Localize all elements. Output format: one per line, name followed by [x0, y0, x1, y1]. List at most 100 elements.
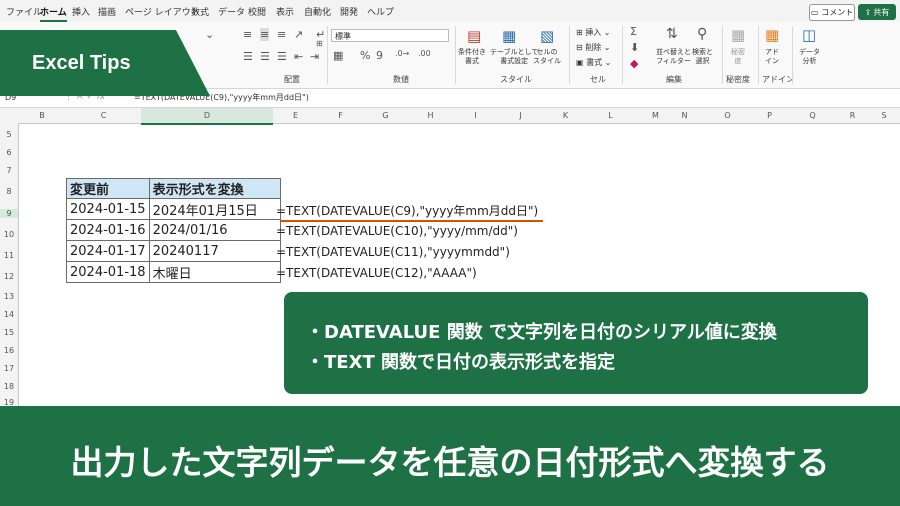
tab-data[interactable]: データ	[218, 5, 245, 18]
column-header-selected[interactable]: D	[141, 108, 273, 125]
conditional-format-button[interactable]: 条件付き 書式	[458, 48, 486, 66]
column-header[interactable]: C	[66, 111, 141, 120]
row-header[interactable]: 15	[0, 328, 18, 337]
column-header[interactable]: F	[318, 111, 363, 120]
merge-icon[interactable]: ⊞	[316, 39, 323, 48]
table-cell[interactable]: 20240117	[148, 240, 281, 262]
tab-insert[interactable]: 挿入	[72, 5, 90, 18]
row-header[interactable]: 6	[0, 148, 18, 157]
column-header[interactable]: G	[363, 111, 408, 120]
group-label-editing: 編集	[666, 75, 682, 84]
addin-button[interactable]: アド イン	[765, 48, 779, 66]
table-cell-selected[interactable]: 2024年01月15日	[148, 198, 281, 220]
column-header[interactable]: O	[705, 111, 750, 120]
comma-icon[interactable]: 9	[376, 49, 383, 62]
tab-file[interactable]: ファイル	[6, 5, 42, 18]
column-header[interactable]: Q	[790, 111, 835, 120]
table-header-cell[interactable]: 変更前	[66, 178, 150, 199]
column-header[interactable]: H	[408, 111, 453, 120]
row-header[interactable]: 14	[0, 310, 18, 319]
clear-icon[interactable]: ◆	[630, 57, 638, 70]
table-cell[interactable]: 2024/01/16	[148, 219, 281, 241]
increase-indent-icon[interactable]: ⇥	[310, 50, 319, 63]
group-label-number: 数値	[393, 75, 409, 84]
tab-formulas[interactable]: 数式	[191, 5, 209, 18]
tab-draw[interactable]: 描画	[98, 5, 116, 18]
row-header[interactable]: 12	[0, 272, 18, 281]
row-header[interactable]: 8	[0, 187, 18, 196]
row-header[interactable]: 13	[0, 292, 18, 301]
row-header[interactable]: 17	[0, 364, 18, 373]
align-left-icon[interactable]: ☰	[243, 50, 253, 63]
group-label-cells: セル	[590, 75, 606, 84]
fill-icon[interactable]: ⬇	[630, 41, 639, 54]
tab-help[interactable]: ヘルプ	[367, 5, 394, 18]
align-top-icon[interactable]: ≡	[243, 28, 252, 41]
analyze-data-button[interactable]: データ 分析	[799, 48, 820, 66]
autosum-icon[interactable]: Σ	[630, 25, 637, 38]
row-header[interactable]: 10	[0, 230, 18, 239]
sensitivity-icon: ▦	[731, 26, 746, 44]
tab-page-layout[interactable]: ページ レイアウト	[125, 5, 200, 18]
group-separator	[327, 26, 328, 84]
share-icon: ⇪	[864, 7, 872, 17]
decrease-indent-icon[interactable]: ⇤	[294, 50, 303, 63]
table-cell[interactable]: 木曜日	[148, 261, 281, 283]
column-header[interactable]: L	[588, 111, 633, 120]
decrease-decimal-icon[interactable]: .00	[418, 49, 431, 58]
table-cell[interactable]: 2024-01-15	[66, 198, 150, 220]
row-header[interactable]: 7	[0, 166, 18, 175]
column-header[interactable]: J	[498, 111, 543, 120]
column-header-bar: B C D E F G H I J K L M N O P Q R S	[0, 108, 900, 125]
banner-title: 出力した文字列データを任意の日付形式へ変換する	[70, 443, 830, 482]
align-center-icon[interactable]: ☰	[260, 50, 270, 63]
find-select-icon: ⚲	[697, 26, 708, 42]
percent-icon[interactable]: %	[360, 49, 370, 62]
row-header-selected[interactable]: 9	[0, 209, 18, 218]
table-row: 2024-01-15 2024年01月15日	[66, 198, 281, 220]
align-right-icon[interactable]: ☰	[277, 50, 287, 63]
orientation-icon[interactable]: ↗	[294, 28, 303, 41]
align-bottom-icon[interactable]: ≡	[277, 28, 286, 41]
increase-decimal-icon[interactable]: .0→	[395, 49, 409, 58]
data-table: 変更前 表示形式を変換 2024-01-15 2024年01月15日 2024-…	[66, 178, 281, 283]
row-header[interactable]: 5	[0, 130, 18, 139]
share-button[interactable]: ⇪ 共有	[858, 4, 896, 20]
row-header[interactable]: 18	[0, 382, 18, 391]
table-row: 2024-01-16 2024/01/16	[66, 219, 281, 241]
delete-cells-label: 削除	[585, 43, 602, 52]
column-header[interactable]: E	[273, 111, 318, 120]
tab-view[interactable]: 表示	[276, 5, 294, 18]
table-cell[interactable]: 2024-01-16	[66, 219, 150, 241]
format-as-table-button[interactable]: テーブルとして 書式設定	[490, 48, 538, 66]
table-cell[interactable]: 2024-01-17	[66, 240, 150, 262]
tab-automate[interactable]: 自動化	[304, 5, 331, 18]
column-header[interactable]: P	[747, 111, 792, 120]
table-header-cell[interactable]: 表示形式を変換	[148, 178, 281, 199]
column-header[interactable]: N	[662, 111, 707, 120]
align-middle-icon[interactable]: ≡	[260, 28, 270, 41]
insert-cells-button[interactable]: ⊞ 挿入 ⌄	[576, 27, 611, 38]
cell-styles-icon: ▧	[540, 27, 555, 45]
sort-filter-button[interactable]: 並べ替えと フィルター	[656, 48, 691, 66]
indent-icon[interactable]: ⌄	[205, 28, 214, 41]
column-header[interactable]: S	[868, 111, 900, 120]
column-header[interactable]: I	[453, 111, 498, 120]
tab-developer[interactable]: 開発	[340, 5, 358, 18]
column-header[interactable]: K	[543, 111, 588, 120]
find-select-button[interactable]: 検索と 選択	[692, 48, 713, 66]
comment-button[interactable]: ▭ コメント	[809, 4, 855, 21]
row-header[interactable]: 16	[0, 346, 18, 355]
table-cell[interactable]: 2024-01-18	[66, 261, 150, 283]
format-cells-button[interactable]: ▣ 書式 ⌄	[576, 57, 611, 68]
group-label-alignment: 配置	[284, 75, 300, 84]
row-header[interactable]: 11	[0, 251, 18, 260]
sensitivity-button[interactable]: 秘密度	[731, 48, 745, 66]
tab-review[interactable]: 校閲	[248, 5, 266, 18]
number-format-select[interactable]: 標準	[331, 29, 449, 42]
cell-styles-button[interactable]: セルの スタイル	[533, 48, 561, 66]
column-header[interactable]: B	[18, 111, 66, 120]
tab-home[interactable]: ホーム	[40, 5, 67, 22]
delete-cells-button[interactable]: ⊟ 削除 ⌄	[576, 42, 611, 53]
currency-icon[interactable]: ▦	[333, 49, 343, 62]
